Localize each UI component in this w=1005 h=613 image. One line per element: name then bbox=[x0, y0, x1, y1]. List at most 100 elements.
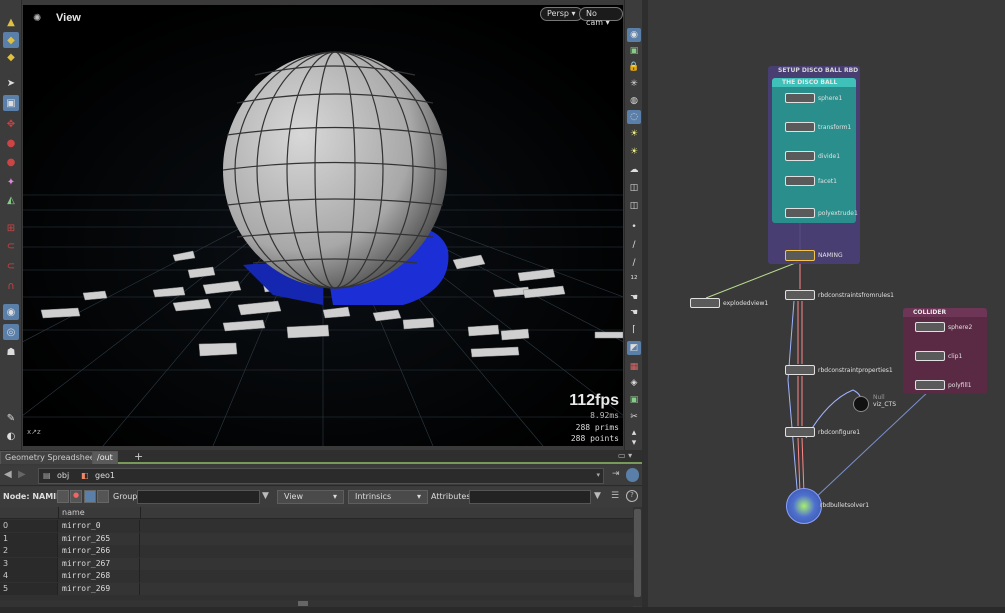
table-row[interactable]: 5 mirror_269 bbox=[0, 582, 633, 595]
node-sphere2[interactable] bbox=[915, 322, 945, 332]
geometry-spreadsheet[interactable]: name 0 mirror_0 1 mirror_265 2 mirror_266 3… bbox=[0, 507, 633, 606]
path-field[interactable]: ▤ obj ◧ geo1 ▾ bbox=[38, 468, 604, 484]
detail-mode-icon[interactable] bbox=[97, 490, 109, 503]
wire-icon[interactable]: ◈ bbox=[627, 376, 641, 390]
node-rbdconfigure1[interactable] bbox=[785, 427, 815, 437]
snap-point-icon[interactable]: ⊂ bbox=[3, 258, 19, 274]
magnet-icon[interactable]: ∩ bbox=[3, 278, 19, 294]
point-display-icon[interactable]: • bbox=[627, 220, 641, 234]
create-tool-icon[interactable]: ▲ bbox=[3, 14, 19, 30]
persp-dropdown[interactable]: Persp ▾ bbox=[540, 7, 583, 21]
timeline-ruler[interactable] bbox=[0, 607, 1005, 613]
table-row[interactable]: 1 mirror_265 bbox=[0, 532, 633, 545]
snap-grid-icon[interactable]: ⊞ bbox=[3, 220, 19, 236]
scale-tool-icon[interactable]: ● bbox=[3, 154, 19, 170]
node-clip1[interactable] bbox=[915, 351, 945, 361]
tab-geometry-spreadsheet[interactable]: Geometry Spreadsheet bbox=[0, 451, 103, 464]
light-icon[interactable]: ☀ bbox=[627, 145, 641, 159]
normal-display-icon[interactable]: ∕ bbox=[627, 238, 641, 252]
node-divide1[interactable] bbox=[785, 151, 815, 161]
sculpt-tool-icon[interactable]: ◐ bbox=[3, 428, 19, 444]
column-header-name[interactable]: name bbox=[62, 508, 85, 517]
table-row[interactable]: 4 mirror_268 bbox=[0, 570, 633, 583]
texture-icon[interactable]: ▦ bbox=[627, 360, 641, 374]
lighting-icon[interactable]: ◌ bbox=[627, 110, 641, 124]
ghost-icon[interactable]: ▣ bbox=[627, 44, 641, 58]
headlight-icon[interactable]: ☀ bbox=[627, 127, 641, 141]
model-tool-icon[interactable]: ◆ bbox=[3, 49, 19, 65]
node-transform1[interactable] bbox=[785, 122, 815, 132]
paint-tool-icon[interactable]: ✎ bbox=[3, 410, 19, 426]
forward-icon[interactable]: ▶ bbox=[18, 469, 26, 480]
scroll-down-icon[interactable]: ▾ bbox=[627, 436, 641, 450]
number-display-icon[interactable]: ¹² bbox=[627, 273, 641, 287]
node-facet1[interactable] bbox=[785, 176, 815, 186]
handle-tool-icon[interactable]: ◭ bbox=[3, 192, 19, 208]
node-polyfill1[interactable] bbox=[915, 380, 945, 390]
camera-tool-icon[interactable]: ◎ bbox=[3, 324, 19, 340]
hand-icon[interactable]: ☚ bbox=[627, 291, 641, 305]
vertices-mode-icon[interactable]: ● bbox=[70, 490, 82, 503]
attribute-filter-icon[interactable]: ▼ bbox=[594, 491, 601, 501]
tab-out[interactable]: /out bbox=[92, 451, 118, 464]
move-tool-icon[interactable]: ✥ bbox=[3, 116, 19, 132]
view-dropdown[interactable]: View ▾ bbox=[277, 490, 344, 504]
pane-layout-icon[interactable]: ▭ ▾ bbox=[618, 451, 632, 460]
render-tool-icon[interactable]: ☗ bbox=[3, 344, 19, 360]
camera-dropdown[interactable]: No cam ▾ bbox=[579, 7, 623, 27]
select-tool-icon[interactable]: ➤ bbox=[3, 75, 19, 91]
camera-icon[interactable]: ◫ bbox=[627, 199, 641, 213]
shadow-icon[interactable]: ☁ bbox=[627, 163, 641, 177]
rotate-tool-icon[interactable]: ● bbox=[3, 135, 19, 151]
cursor-icon[interactable]: ✳ bbox=[627, 77, 641, 91]
scene-viewport[interactable]: ✺ View Persp ▾ No cam ▾ 112fps 8.92ms 28… bbox=[23, 5, 623, 446]
lock-camera-icon[interactable]: 🔒 bbox=[627, 60, 641, 74]
snap-prim-icon[interactable]: ⊂ bbox=[3, 238, 19, 254]
node-sphere1[interactable] bbox=[785, 93, 815, 103]
group-field[interactable] bbox=[137, 490, 260, 504]
node-naming[interactable] bbox=[785, 250, 815, 261]
node-viz-cts[interactable] bbox=[853, 396, 869, 412]
lock-icon[interactable]: ▣ bbox=[3, 95, 19, 111]
intrinsics-dropdown[interactable]: Intrinsics ▾ bbox=[348, 490, 428, 504]
points-mode-icon[interactable] bbox=[57, 490, 69, 503]
border-icon[interactable]: ⌈ bbox=[627, 323, 641, 337]
table-row[interactable]: 2 mirror_266 bbox=[0, 545, 633, 558]
node-rbdconstraintproperties1[interactable] bbox=[785, 365, 815, 375]
primitives-mode-icon[interactable] bbox=[84, 490, 96, 503]
smooth-icon[interactable]: ▣ bbox=[627, 393, 641, 407]
shading-icon[interactable]: ◩ bbox=[627, 341, 641, 355]
tweak-icon[interactable]: ✂ bbox=[627, 410, 641, 424]
node-sphere2-label: sphere2 bbox=[948, 324, 973, 331]
back-icon[interactable]: ◀ bbox=[4, 469, 12, 480]
pin-icon[interactable]: ⇥ bbox=[612, 469, 620, 479]
hand2-icon[interactable]: ☚ bbox=[627, 306, 641, 320]
path-geo[interactable]: geo1 bbox=[95, 471, 115, 480]
menu-icon[interactable]: ☰ bbox=[611, 491, 619, 501]
attributes-field[interactable] bbox=[469, 490, 591, 504]
node-rbdbulletsolver1[interactable] bbox=[786, 488, 822, 524]
network-editor[interactable]: SETUP DISCO BALL RBD THE DISCO BALL COLL… bbox=[648, 0, 1005, 607]
help-icon[interactable]: ? bbox=[626, 490, 638, 502]
camera-view-icon[interactable]: ◫ bbox=[627, 181, 641, 195]
add-tab-icon[interactable]: + bbox=[134, 450, 143, 463]
row-index: 5 bbox=[3, 583, 9, 593]
display-options-icon[interactable]: ◉ bbox=[627, 28, 641, 42]
modify-tool-icon[interactable]: ◆ bbox=[3, 32, 19, 48]
table-row[interactable]: 0 mirror_0 bbox=[0, 520, 633, 533]
table-row[interactable]: 3 mirror_267 bbox=[0, 557, 633, 570]
sheet-horizontal-scrollbar[interactable] bbox=[0, 600, 633, 607]
sheet-vertical-scrollbar[interactable] bbox=[633, 507, 642, 606]
path-obj[interactable]: obj bbox=[57, 471, 69, 480]
node-explodedview1[interactable] bbox=[690, 298, 720, 308]
background-icon[interactable]: ◍ bbox=[627, 94, 641, 108]
vector-display-icon[interactable]: ∕ bbox=[627, 256, 641, 270]
node-polyextrude1[interactable] bbox=[785, 208, 815, 218]
node-rbdconstraintsfromrules1[interactable] bbox=[785, 290, 815, 300]
group-filter-icon[interactable]: ▼ bbox=[262, 491, 269, 501]
viewport-menu-icon[interactable]: ✺ bbox=[33, 13, 47, 24]
link-icon[interactable] bbox=[626, 468, 639, 482]
pose-tool-icon[interactable]: ✦ bbox=[3, 174, 19, 190]
path-dropdown-icon[interactable]: ▾ bbox=[596, 471, 600, 479]
view-tool-icon[interactable]: ◉ bbox=[3, 304, 19, 320]
